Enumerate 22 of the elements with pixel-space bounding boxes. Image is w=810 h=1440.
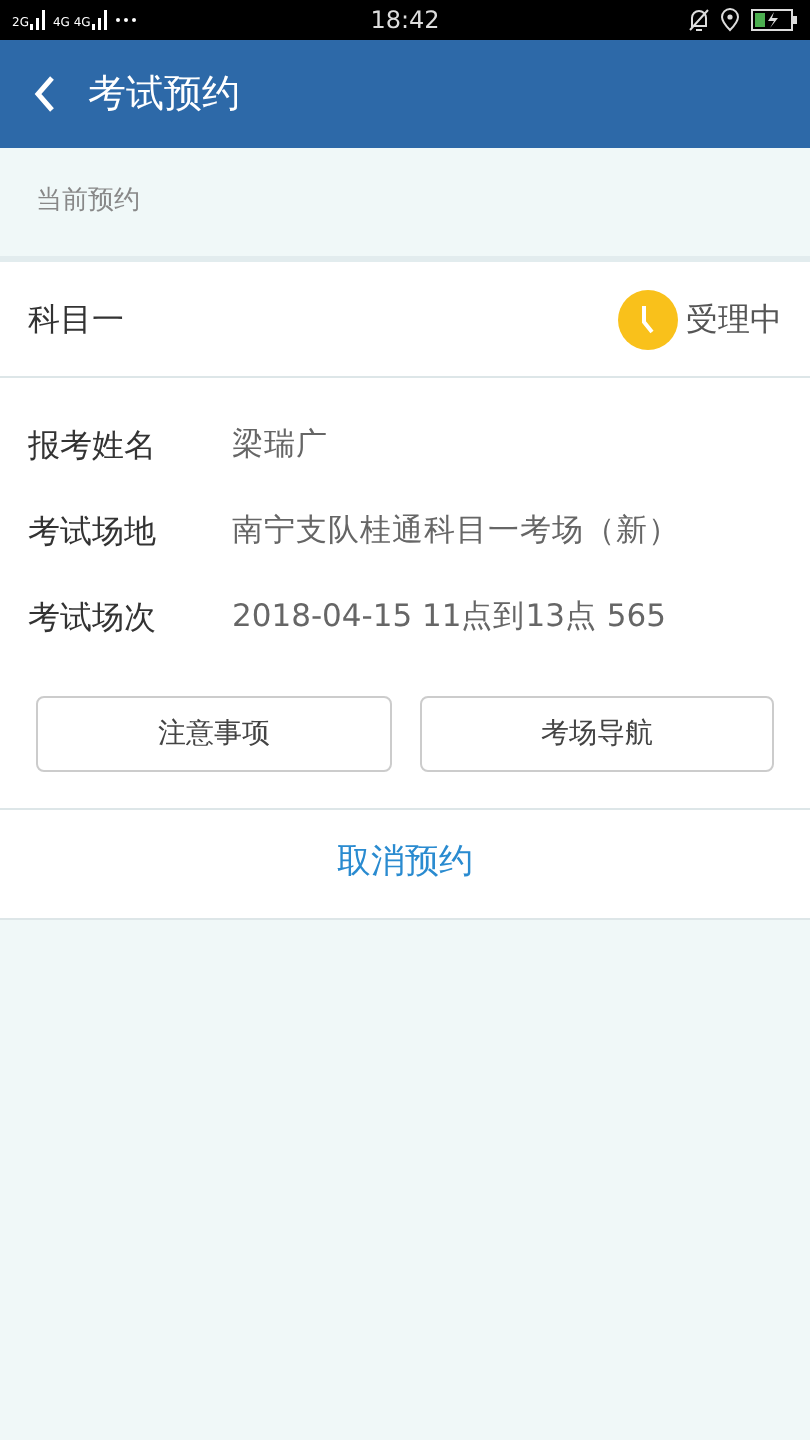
field-label: 考试场次 (28, 595, 158, 639)
cancel-button[interactable]: 取消预约 (0, 810, 810, 920)
location-icon (720, 8, 740, 32)
back-icon (32, 74, 56, 114)
bell-off-icon (688, 8, 710, 32)
status-time: 18:42 (368, 4, 442, 38)
field-label: 考试场地 (28, 509, 158, 553)
subject-label: 科目一 (28, 297, 124, 341)
status-label: 受理中 (686, 297, 782, 341)
field-value: 2018-04-15 11点到13点 565 (232, 595, 666, 638)
action-button[interactable]: 考场导航 (419, 696, 774, 772)
more-icon (114, 16, 139, 24)
page-title: 考试预约 (88, 69, 240, 120)
action-button[interactable]: 注意事项 (36, 696, 391, 772)
field-label: 报考姓名 (28, 423, 158, 467)
battery-icon (750, 8, 798, 32)
field-value: 南宁支队桂通科目一考场（新） (232, 509, 680, 552)
signal-icon (92, 10, 109, 30)
clock-icon (618, 289, 678, 349)
section-label: 当前预约 (36, 184, 140, 221)
signal-icon (30, 10, 47, 30)
field-value: 梁瑞广 (232, 423, 328, 466)
